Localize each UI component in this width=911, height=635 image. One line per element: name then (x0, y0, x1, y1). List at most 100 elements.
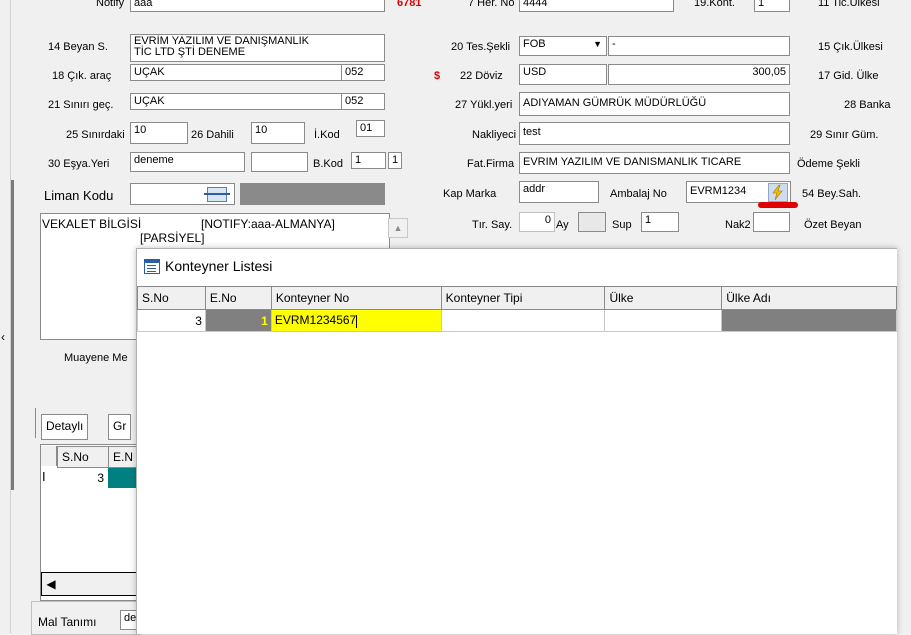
konteyner-flash-icon[interactable] (768, 183, 788, 202)
cik-arac-field[interactable]: UÇAK (130, 64, 342, 81)
ozet-beyan-label: Özet Beyan (804, 219, 862, 231)
left-splitter[interactable] (11, 180, 14, 490)
tab-divider (35, 408, 36, 438)
dahili-field[interactable]: 10 (251, 122, 305, 144)
red-underline-mark (758, 202, 798, 208)
parsiyel-tag: [PARSİYEL] (140, 231, 205, 245)
tes-sekli-label: 20 Tes.Şekli (451, 41, 511, 53)
tes-sekli-value: FOB (523, 38, 546, 50)
bkod-field-1[interactable]: 1 (351, 152, 386, 169)
cik-ulkesi-label: 15 Çık.Ülkesi (818, 41, 883, 53)
cell-ulke[interactable] (604, 309, 723, 332)
tab-detayli[interactable]: Detaylı (41, 414, 89, 440)
yukl-yeri-field[interactable]: ADIYAMAN GÜMRÜK MÜDÜRLÜĞÜ (519, 92, 790, 116)
tir-say-field[interactable]: 0 (519, 212, 555, 232)
column-header-ulke[interactable]: Ülke (604, 286, 723, 310)
konteyner-no-value: EVRM1234567 (274, 313, 357, 328)
bkod-field-2[interactable]: 1 (388, 152, 402, 169)
mal-tanimi-label: Mal Tanımı (38, 615, 97, 629)
column-header-sno[interactable]: S.No (137, 286, 206, 310)
sinir-gec-code[interactable]: 052 (341, 93, 385, 110)
beyan-label: 14 Beyan S. (48, 41, 108, 53)
esya-yeri-label: 30 Eşya.Yeri (48, 158, 110, 170)
cik-arac-label: 18 Çık. araç (52, 70, 112, 82)
column-header-ulke-adi[interactable]: Ülke Adı (721, 286, 897, 310)
sup-field[interactable]: 1 (641, 212, 679, 232)
notify-label: Notify (96, 0, 125, 9)
ambalaj-label: Ambalaj No (610, 188, 667, 200)
column-header-konteyner-no[interactable]: Konteyner No (270, 286, 442, 310)
banka-label: 28 Banka (844, 99, 891, 111)
collapse-arrow-icon[interactable]: ‹ (1, 330, 5, 344)
sup-label: Sup (612, 219, 632, 231)
nakliyeci-label: Nakliyeci (472, 129, 517, 141)
dahili-label: 26 Dahili (191, 129, 234, 141)
cell-konteyner-tipi[interactable] (440, 309, 606, 332)
esya-yeri-extra[interactable] (251, 152, 308, 172)
grid-header-sno: S.No (57, 446, 109, 468)
cell-eno[interactable]: 1 (204, 309, 272, 332)
odeme-sekli-label: Ödeme Şekli (797, 158, 860, 170)
dialog-title: Konteyner Listesi (165, 258, 273, 274)
sinirdaki-label: 25 Sınırdaki (66, 129, 125, 141)
konteyner-table: S.No E.No Konteyner No Konteyner Tipi Ül… (137, 286, 897, 332)
cell-ulke-adi[interactable] (721, 309, 897, 332)
sinirdaki-field[interactable]: 10 (130, 122, 188, 144)
her-no-label: 7 Her. No (468, 0, 515, 9)
nak2-label: Nak2 (725, 219, 751, 231)
left-rail (0, 0, 11, 633)
yukl-yeri-label: 27 Yükl.yeri (455, 99, 513, 111)
column-header-eno[interactable]: E.No (204, 286, 272, 310)
text-caret (356, 314, 358, 328)
grid-corner (41, 446, 57, 466)
tes-sekli-select[interactable]: FOB ▼ (519, 36, 607, 56)
column-header-konteyner-tipi[interactable]: Konteyner Tipi (440, 286, 606, 310)
fat-firma-field[interactable]: EVRIM YAZILIM VE DANISMANLIK TICARE (519, 152, 790, 174)
liman-name-field (240, 183, 385, 205)
sinir-gum-label: 29 Sınır Güm. (810, 129, 879, 141)
konteyner-label: 19.Kont. (694, 0, 735, 9)
table-row[interactable]: 3 1 EVRM1234567 (137, 309, 897, 332)
nakliyeci-field[interactable]: test (519, 122, 790, 145)
konteyner-field[interactable]: 1 (754, 0, 790, 12)
cell-sno[interactable]: 3 (137, 309, 206, 332)
tic-ulkesi-label: 11 Tic.Ülkesi (818, 0, 880, 9)
cik-arac-code[interactable]: 052 (341, 64, 385, 81)
nak2-field[interactable] (753, 212, 790, 232)
ay-field[interactable] (578, 212, 606, 232)
horizontal-scrollbar[interactable] (59, 572, 139, 596)
cell-konteyner-no[interactable]: EVRM1234567 (270, 309, 442, 332)
grid-row-sno[interactable]: 3 (57, 468, 107, 488)
memo-scroll-up-icon[interactable]: ▲ (388, 218, 408, 238)
doviz-field[interactable]: USD (519, 64, 607, 85)
notify-tag: [NOTIFY:aaa-ALMANYA] (201, 217, 335, 231)
grid-row-eno-cell[interactable] (108, 468, 136, 488)
sinir-gec-field[interactable]: UÇAK (130, 93, 342, 110)
bey-sah-label: 54 Bey.Sah. (802, 188, 862, 200)
liman-label: Liman Kodu (44, 188, 114, 203)
grid-header-eno: E.N (108, 446, 138, 468)
tir-say-label: Tır. Say. (472, 219, 513, 231)
fat-firma-label: Fat.Firma (467, 158, 515, 170)
beyan-field[interactable]: EVRİM YAZILIM VE DANIŞMANLIK TİC LTD ŞTİ… (130, 34, 385, 62)
esya-yeri-field[interactable]: deneme (130, 152, 245, 172)
konteyner-listesi-dialog: Konteyner Listesi S.No E.No Konteyner No… (136, 248, 897, 634)
ikod-label: İ.Kod (314, 129, 340, 141)
muayene-label: Muayene Me (64, 352, 128, 364)
dialog-titlebar[interactable]: Konteyner Listesi (137, 249, 897, 283)
notify-code: 6781 (397, 0, 422, 9)
list-window-icon (144, 259, 160, 274)
ikod-field[interactable]: 01 (356, 120, 385, 137)
tab-gr[interactable]: Gr (108, 414, 132, 440)
row-cursor-icon: I (42, 469, 46, 484)
kap-marka-field[interactable]: addr (519, 181, 599, 203)
sinir-gec-label: 21 Sınırı geç. (48, 99, 114, 111)
scroll-left-icon[interactable]: ◀ (41, 572, 61, 596)
doviz-amount[interactable]: 300,05 (608, 64, 790, 85)
beyan-line2: TİC LTD ŞTİ DENEME (134, 46, 246, 58)
gid-ulke-label: 17 Gid. Ülke (818, 70, 879, 82)
lookup-icon[interactable] (204, 186, 230, 202)
tes-sekli-extra[interactable]: - (608, 36, 790, 56)
notify-field[interactable]: aaa (130, 0, 385, 12)
her-no-field[interactable]: 4444 (519, 0, 674, 12)
